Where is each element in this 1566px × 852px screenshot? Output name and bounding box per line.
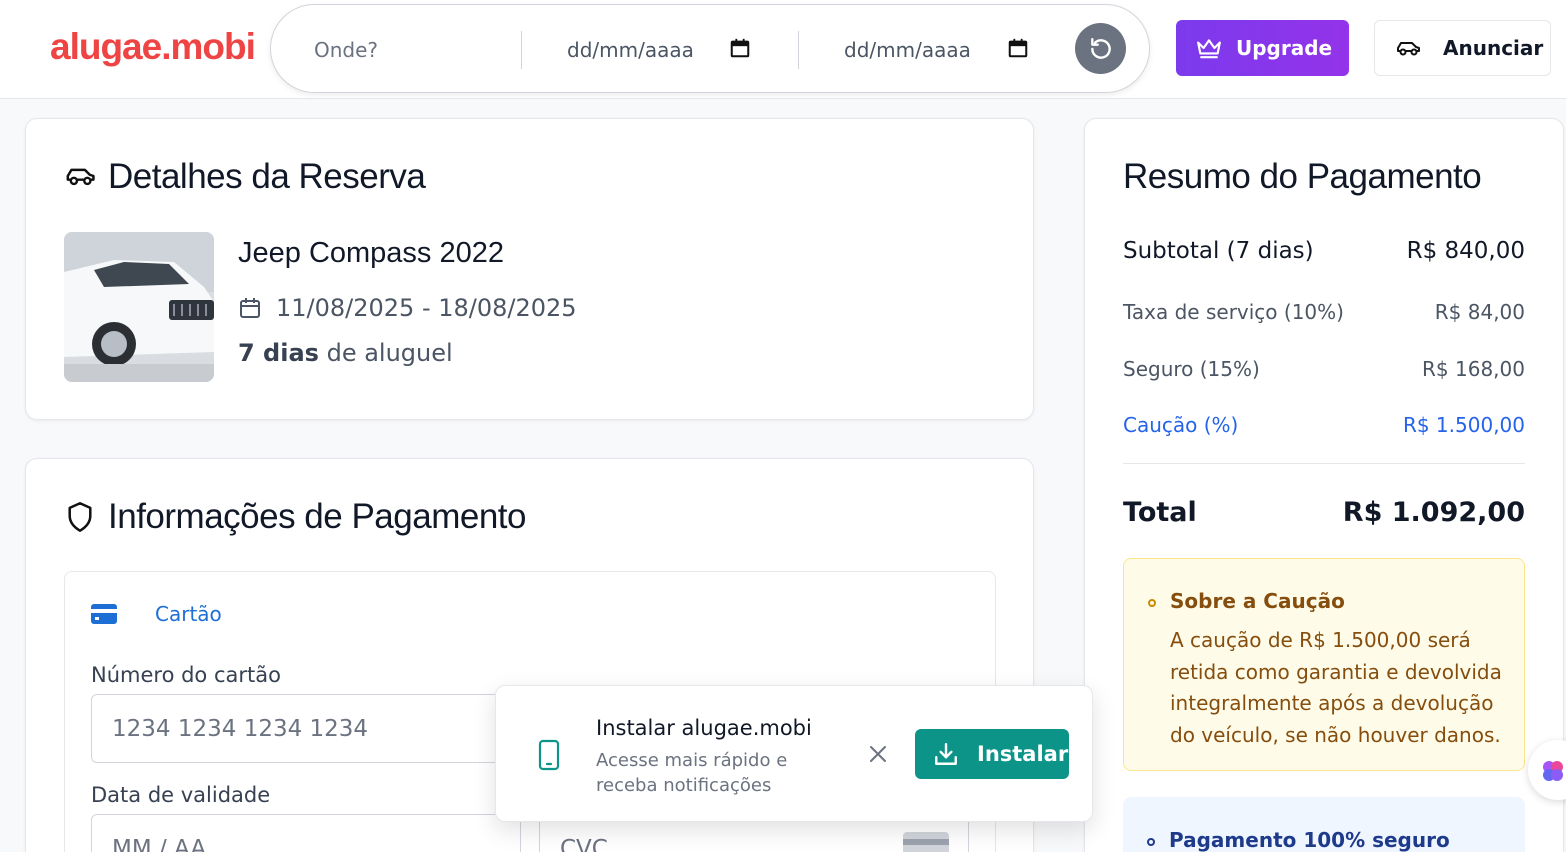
install-title: Instalar alugae.mobi bbox=[596, 716, 812, 740]
calendar-icon bbox=[240, 298, 260, 318]
summary-title: Resumo do Pagamento bbox=[1123, 157, 1482, 196]
calendar-icon[interactable] bbox=[729, 37, 751, 59]
summary-row-service-fee: Taxa de serviço (10%) R$ 84,00 bbox=[1123, 300, 1525, 324]
shield-icon bbox=[68, 502, 92, 532]
brain-icon bbox=[1543, 761, 1563, 781]
logo[interactable]: alugae.mobi bbox=[50, 26, 256, 68]
calendar-icon[interactable] bbox=[1007, 37, 1029, 59]
cvc-placeholder: CVC bbox=[560, 835, 608, 852]
summary-row-value: R$ 840,00 bbox=[1406, 238, 1525, 264]
advertise-button[interactable]: Anunciar bbox=[1374, 20, 1551, 76]
close-icon[interactable] bbox=[866, 742, 890, 766]
payment-title: Informações de Pagamento bbox=[108, 497, 526, 536]
booking-title: Detalhes da Reserva bbox=[108, 157, 426, 196]
top-header: alugae.mobi Onde? dd/mm/aaaa dd/mm/aaaa bbox=[0, 0, 1566, 99]
deposit-info-text: A caução de R$ 1.500,00 será retida como… bbox=[1170, 628, 1502, 747]
expiry-label: Data de validade bbox=[91, 783, 271, 807]
divider bbox=[521, 31, 522, 69]
payment-summary-card: Resumo do Pagamento Subtotal (7 dias) R$… bbox=[1084, 118, 1564, 852]
info-bullet-icon bbox=[1147, 838, 1155, 846]
summary-row-value: R$ 168,00 bbox=[1422, 357, 1525, 381]
car-photo bbox=[64, 232, 214, 382]
advertise-label: Anunciar bbox=[1443, 36, 1544, 60]
install-button-label: Instalar bbox=[977, 742, 1069, 766]
start-date-input[interactable]: dd/mm/aaaa bbox=[567, 38, 694, 62]
tab-card[interactable]: Cartão bbox=[91, 602, 222, 626]
reset-icon bbox=[1090, 37, 1111, 59]
card-number-label: Número do cartão bbox=[91, 663, 281, 687]
deposit-info-box: Sobre a Caução A caução de R$ 1.500,00 s… bbox=[1123, 558, 1525, 771]
expiry-input[interactable]: MM / AA bbox=[91, 814, 521, 852]
summary-row-label: Caução (%) bbox=[1123, 413, 1239, 437]
summary-row-value: R$ 84,00 bbox=[1434, 300, 1525, 324]
credit-card-icon bbox=[91, 604, 117, 624]
total-label: Total bbox=[1123, 497, 1197, 528]
secure-payment-box: Pagamento 100% seguro bbox=[1123, 797, 1525, 852]
upgrade-label: Upgrade bbox=[1236, 36, 1333, 60]
booking-details-card: Detalhes da Reserva Jeep Compass 2022 11… bbox=[25, 118, 1034, 420]
rental-dates: 11/08/2025 - 18/08/2025 bbox=[238, 294, 577, 322]
upgrade-button[interactable]: Upgrade bbox=[1176, 20, 1349, 76]
divider bbox=[1123, 463, 1525, 464]
install-app-prompt: Instalar alugae.mobi Acesse mais rápido … bbox=[495, 685, 1093, 822]
rental-days-suffix: de aluguel bbox=[318, 339, 453, 367]
summary-row-label: Subtotal (7 dias) bbox=[1123, 238, 1314, 264]
total-value: R$ 1.092,00 bbox=[1342, 497, 1525, 528]
car-icon bbox=[1397, 42, 1420, 56]
car-name: Jeep Compass 2022 bbox=[238, 237, 504, 269]
summary-row-value: R$ 1.500,00 bbox=[1402, 413, 1525, 437]
summary-row-label: Seguro (15%) bbox=[1123, 357, 1260, 381]
reset-search-button[interactable] bbox=[1075, 23, 1126, 74]
rental-days-count: 7 dias bbox=[238, 339, 319, 367]
end-date-input[interactable]: dd/mm/aaaa bbox=[844, 38, 971, 62]
cvc-card-icon bbox=[903, 832, 949, 852]
crown-icon bbox=[1197, 39, 1221, 59]
rental-days: 7 dias de aluguel bbox=[238, 339, 453, 367]
install-subtitle: Acesse mais rápido e receba notificações bbox=[596, 750, 788, 796]
car-icon bbox=[66, 168, 95, 186]
summary-row-subtotal: Subtotal (7 dias) R$ 840,00 bbox=[1123, 238, 1525, 264]
summary-row-label: Taxa de serviço (10%) bbox=[1123, 300, 1344, 324]
deposit-info-title: Sobre a Caução bbox=[1170, 589, 1345, 613]
search-bar: Onde? dd/mm/aaaa dd/mm/aaaa bbox=[270, 4, 1150, 93]
rental-dates-text: 11/08/2025 - 18/08/2025 bbox=[276, 294, 577, 322]
summary-row-insurance: Seguro (15%) R$ 168,00 bbox=[1123, 357, 1525, 381]
summary-row-deposit[interactable]: Caução (%) R$ 1.500,00 bbox=[1123, 413, 1525, 437]
download-icon bbox=[935, 743, 957, 765]
divider bbox=[798, 31, 799, 69]
install-button[interactable]: Instalar bbox=[915, 729, 1069, 779]
phone-icon bbox=[538, 739, 560, 771]
where-input[interactable]: Onde? bbox=[314, 38, 378, 62]
secure-payment-title: Pagamento 100% seguro bbox=[1169, 828, 1450, 852]
tab-card-label: Cartão bbox=[155, 602, 222, 626]
summary-total: Total R$ 1.092,00 bbox=[1123, 497, 1525, 528]
info-bullet-icon bbox=[1148, 599, 1156, 607]
